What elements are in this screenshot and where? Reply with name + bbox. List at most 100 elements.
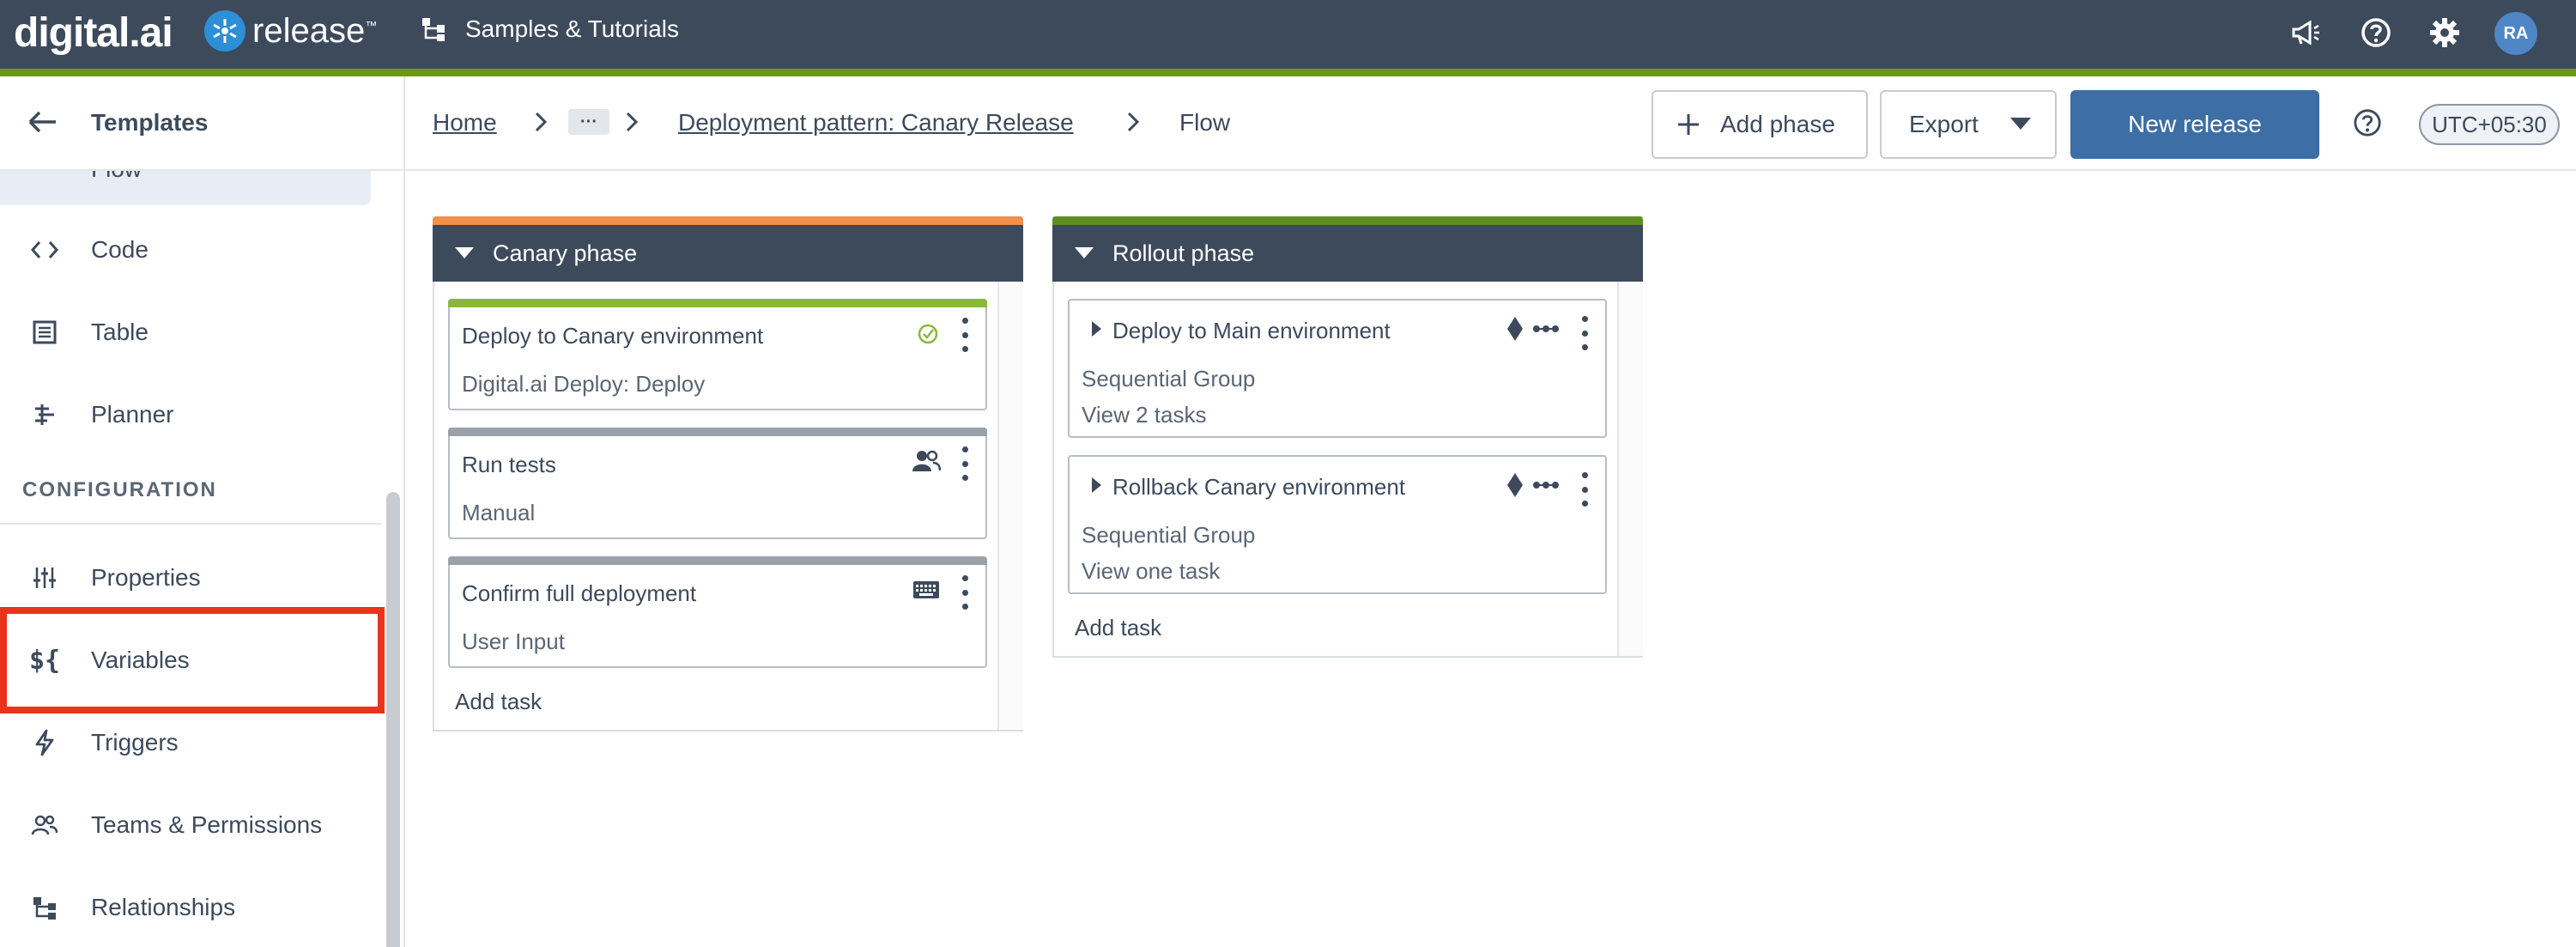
new-release-label: New release [2128,111,2262,137]
group-title: Deploy to Main environment [1112,318,1391,343]
add-phase-button[interactable]: Add phase [1652,90,1868,159]
view-tasks-link[interactable]: View 2 tasks [1082,402,1206,428]
task-card[interactable]: Run tests Manual [448,428,987,539]
caret-down-icon [2010,118,2031,130]
breadcrumb-template[interactable]: Deployment pattern: Canary Release [678,109,1074,137]
sidebar-item-table[interactable]: Table [0,291,386,373]
task-menu-kebab-icon[interactable] [956,575,973,610]
phase-color-bar [1052,216,1643,225]
sidebar-item-label: Planner [91,401,174,428]
phase-color-bar [433,216,1023,225]
view-tasks-link[interactable]: View one task [1082,558,1220,585]
task-title: Deploy to Canary environment [462,323,764,349]
sidebar-item-label: Table [91,319,148,345]
configuration-section-label: CONFIGURATION [22,478,217,501]
export-label: Export [1909,111,1979,137]
gear-icon[interactable] [2426,14,2464,52]
variables-highlight-box [0,607,385,713]
digital-ai-logo[interactable]: digital.ai [14,7,173,58]
code-icon [27,233,62,267]
task-menu-kebab-icon[interactable] [956,446,973,481]
diamond-icon [1500,470,1530,500]
sidebar-item-triggers[interactable]: Triggers [0,701,386,784]
samples-and-tutorials-link[interactable]: Samples & Tutorials [421,15,679,43]
brand-digital-text: digital.ai [14,9,173,56]
add-phase-label: Add phase [1720,111,1835,137]
deploy-check-icon [913,319,943,349]
sequence-icon [1531,314,1561,343]
breadcrumb-current: Flow [1179,109,1231,136]
bolt-icon [27,725,62,760]
sidebar-item-relationships[interactable]: Relationships [0,866,386,947]
phase-header[interactable]: Rollout phase [1052,225,1643,282]
task-status-bar [448,556,987,565]
caret-down-icon[interactable] [1075,247,1094,258]
chevron-right-icon [625,111,639,137]
timezone-badge[interactable]: UTC+05:30 [2419,104,2560,145]
back-arrow-icon[interactable] [27,109,58,139]
team-icon [27,808,62,842]
phase-header[interactable]: Canary phase [433,225,1023,282]
task-card[interactable]: Confirm full deployment User Input [448,556,987,668]
phase-canary: Canary phase Deploy to Canary environmen… [433,216,1023,731]
sidebar-item-label: Properties [91,564,201,591]
task-title: Confirm full deployment [462,580,697,606]
task-title: Run tests [462,452,556,477]
phase-scrollbar[interactable] [997,282,1023,730]
keyboard-icon [912,575,941,604]
caret-right-icon[interactable] [1092,321,1101,337]
diamond-icon [1500,314,1530,343]
task-status-bar [448,428,987,436]
sidebar-item-label: Relationships [91,894,236,920]
task-type: Manual [462,500,536,525]
phase-title[interactable]: Rollout phase [1112,240,1254,267]
add-task-link[interactable]: Add task [455,689,542,715]
task-card[interactable]: Deploy to Canary environment Digital.ai … [448,299,987,410]
sliders-icon [27,561,62,595]
export-button[interactable]: Export [1880,90,2057,159]
group-card[interactable]: Rollback Canary environment Sequential G… [1068,455,1607,594]
plus-icon [1678,114,1699,135]
samples-label: Samples & Tutorials [465,15,679,42]
users-icon [912,446,941,476]
group-menu-kebab-icon[interactable] [1576,472,1593,507]
sidebar-item-teams-permissions[interactable]: Teams & Permissions [0,784,386,866]
caret-down-icon[interactable] [455,247,474,258]
new-release-button[interactable]: New release [2070,90,2319,159]
breadcrumb-ellipsis[interactable]: ··· [568,109,609,135]
sidebar-scrollbar[interactable] [386,492,400,947]
help-icon[interactable] [2357,14,2395,52]
topbar-accent-line [0,69,2576,76]
task-menu-kebab-icon[interactable] [956,318,973,352]
group-type: Sequential Group [1082,366,1256,392]
phase-title[interactable]: Canary phase [493,240,637,267]
planner-icon [27,398,62,432]
help-icon[interactable] [2349,104,2386,142]
breadcrumb-home[interactable]: Home [433,109,497,137]
task-type: Digital.ai Deploy: Deploy [462,371,706,397]
caret-right-icon[interactable] [1092,477,1101,493]
sequence-icon [1531,470,1561,500]
sidebar-item-code[interactable]: Code [0,209,386,291]
breadcrumb-toolbar: Home ··· Deployment pattern: Canary Rele… [405,76,2576,171]
group-title: Rollback Canary environment [1112,474,1406,500]
sidebar-item-label: Triggers [91,729,179,756]
chevron-right-icon [534,111,548,137]
brand-release-text: release™ [252,11,378,50]
release-logo-icon [204,10,245,52]
sidebar-item-label: Code [91,236,148,263]
megaphone-icon[interactable] [2287,14,2324,52]
group-card[interactable]: Deploy to Main environment Sequential Gr… [1068,299,1607,438]
phase-scrollbar[interactable] [1617,282,1643,656]
release-product-logo[interactable]: release™ [204,10,377,52]
user-avatar[interactable]: RA [2494,12,2537,55]
add-task-link[interactable]: Add task [1075,615,1161,641]
chevron-right-icon [1126,111,1140,137]
task-type: User Input [462,628,565,654]
sidebar-item-label: Teams & Permissions [91,811,323,838]
sidebar: Flow Templates Code Table Planner CONFIG… [0,76,405,947]
phase-rollout: Rollout phase Deploy to Main environment… [1052,216,1643,658]
relationships-icon [27,890,62,925]
group-menu-kebab-icon[interactable] [1576,316,1593,350]
sidebar-item-planner[interactable]: Planner [0,373,386,456]
